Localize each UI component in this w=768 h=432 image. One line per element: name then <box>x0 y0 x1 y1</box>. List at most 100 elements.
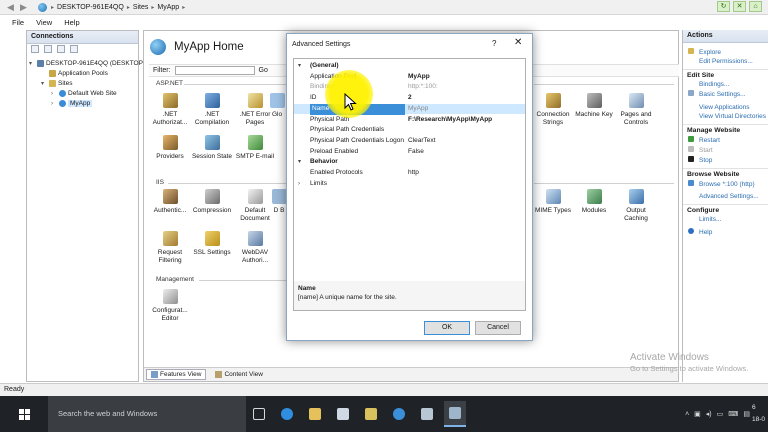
taskbar-edge[interactable] <box>276 401 298 427</box>
taskbar-app-folder[interactable] <box>360 401 382 427</box>
collapse-icon[interactable]: ▾ <box>298 61 301 72</box>
feature-connection-strings[interactable]: Connection Strings <box>531 93 575 126</box>
connect-icon[interactable] <box>31 45 39 53</box>
feature-providers[interactable]: Providers <box>148 135 192 161</box>
dialog-titlebar: Advanced Settings ? ✕ <box>287 34 532 56</box>
menu-file[interactable]: File <box>6 18 30 27</box>
feature-mime-types[interactable]: MIME Types <box>531 189 575 215</box>
close-button[interactable]: ✕ <box>514 37 522 48</box>
feature-session-state[interactable]: Session State <box>190 135 234 161</box>
property-row[interactable]: Enabled Protocols http <box>294 168 525 179</box>
tree-node-sites[interactable]: ▾ Sites <box>41 80 72 87</box>
collapse-icon[interactable]: ▾ <box>29 60 35 67</box>
edit-permissions-link[interactable]: Edit Permissions... <box>683 57 768 66</box>
feature-default-document[interactable]: Default Document <box>233 189 277 222</box>
expand-icon[interactable]: › <box>298 179 300 190</box>
limits-link[interactable]: Limits... <box>683 215 768 224</box>
taskbar-iis-manager[interactable] <box>444 401 466 427</box>
tab-features-view[interactable]: Features View <box>146 369 207 380</box>
network-icon[interactable]: ▣ <box>694 410 701 418</box>
collapse-icon[interactable]: ▾ <box>298 157 301 168</box>
taskbar-app-tools[interactable] <box>416 401 438 427</box>
help-link[interactable]: Help <box>683 227 768 237</box>
taskbar-explorer[interactable] <box>304 401 326 427</box>
cancel-button[interactable]: Cancel <box>475 321 521 335</box>
property-row[interactable]: Preload Enabled False <box>294 147 525 158</box>
feature-webdav-authoring[interactable]: WebDAV Authori... <box>233 231 277 264</box>
clock[interactable]: 6 18-0 <box>752 402 768 426</box>
feature-smtp-email[interactable]: SMTP E-mail <box>233 135 277 161</box>
menu-help[interactable]: Help <box>58 18 85 27</box>
feature-request-filtering[interactable]: Request Filtering <box>148 231 192 264</box>
advanced-settings-link[interactable]: Advanced Settings... <box>683 192 768 201</box>
expand-icon[interactable]: › <box>51 91 57 97</box>
feature-compression[interactable]: Compression <box>190 189 234 215</box>
feature-machine-key[interactable]: Machine Key <box>572 93 616 119</box>
tree-node-server[interactable]: ▾ DESKTOP-961E4QQ (DESKTOP <box>29 60 143 67</box>
tree-node-default-web-site[interactable]: › Default Web Site <box>51 90 117 97</box>
start-button[interactable] <box>0 396 48 432</box>
category-behavior[interactable]: ▾ Behavior <box>294 157 525 168</box>
notification-icon[interactable]: ▤ <box>743 410 750 418</box>
feature-modules[interactable]: Modules <box>572 189 616 215</box>
tree-node-myapp[interactable]: › MyApp <box>51 100 93 107</box>
view-virtual-directories-link[interactable]: View Virtual Directories <box>683 112 768 121</box>
watermark-subtitle: Go to Settings to activate Windows. <box>630 364 749 373</box>
explore-link[interactable]: Explore <box>683 47 768 57</box>
stop-link[interactable]: Stop <box>683 155 768 165</box>
up-icon[interactable] <box>57 45 65 53</box>
filter-input[interactable] <box>174 66 255 75</box>
tab-content-view[interactable]: Content View <box>210 369 268 380</box>
breadcrumb-sites[interactable]: Sites <box>130 4 152 11</box>
view-applications-link[interactable]: View Applications <box>683 103 768 112</box>
volume-icon[interactable]: ◂) <box>706 410 712 418</box>
bindings-link[interactable]: Bindings... <box>683 80 768 89</box>
feature-globalization[interactable]: Glo <box>268 93 286 119</box>
task-view-button[interactable] <box>248 401 270 427</box>
taskbar-store[interactable] <box>332 401 354 427</box>
help-button[interactable]: ? <box>492 39 496 48</box>
property-row[interactable]: Physical Path Credentials <box>294 125 525 136</box>
disconnect-icon[interactable] <box>70 45 78 53</box>
chevron-up-icon[interactable]: ˄ <box>685 411 689 418</box>
breadcrumb-myapp[interactable]: MyApp <box>154 4 182 11</box>
feature-authentication[interactable]: Authentic... <box>148 189 192 215</box>
refresh-button[interactable]: ↻ <box>717 1 730 12</box>
restart-link[interactable]: Restart <box>683 135 768 145</box>
collapse-icon[interactable]: ▾ <box>41 80 47 87</box>
save-icon[interactable] <box>44 45 52 53</box>
menu-view[interactable]: View <box>30 18 58 27</box>
back-button[interactable]: ◀ <box>4 2 17 13</box>
ssl-lock-icon <box>204 231 220 246</box>
taskbar-app-blue[interactable] <box>388 401 410 427</box>
tree-node-application-pools[interactable]: Application Pools <box>49 70 108 77</box>
browse-100-link[interactable]: Browse *:100 (http) <box>683 179 768 189</box>
feature-configuration-editor[interactable]: Configurat... Editor <box>148 289 192 322</box>
feature-ssl-settings[interactable]: SSL Settings <box>190 231 234 257</box>
property-row[interactable]: › Limits <box>294 179 525 190</box>
keyboard-icon[interactable]: ⌨ <box>728 410 738 418</box>
feature-output-caching[interactable]: Output Caching <box>614 189 658 222</box>
basic-settings-link[interactable]: Basic Settings... <box>683 89 768 99</box>
settings-icon <box>688 90 694 96</box>
feature-pages-and-controls[interactable]: Pages and Controls <box>614 93 658 126</box>
expand-icon[interactable]: › <box>51 101 57 107</box>
taskbar-search-input[interactable]: Search the web and Windows <box>48 396 246 432</box>
property-row[interactable]: Physical Path Credentials Logon ClearTex… <box>294 136 525 147</box>
feature-net-authorization[interactable]: .NET Authorizat... <box>148 93 192 126</box>
home-button[interactable]: ⌂ <box>749 1 762 12</box>
ok-button[interactable]: OK <box>424 321 470 335</box>
go-button[interactable]: Go <box>259 67 268 74</box>
start-link[interactable]: Start <box>683 145 768 155</box>
feature-net-compilation[interactable]: .NET Compilation <box>190 93 234 126</box>
property-row[interactable]: Physical Path F:\Research\MyApp\MyApp <box>294 115 525 126</box>
webdav-icon <box>247 231 263 246</box>
stop-button[interactable]: ✕ <box>733 1 746 12</box>
forward-button[interactable]: ▶ <box>17 2 30 13</box>
category-general[interactable]: ▾ (General) <box>294 61 525 72</box>
breadcrumb-server[interactable]: DESKTOP-961E4QQ <box>54 4 127 11</box>
battery-icon[interactable]: ▭ <box>717 410 724 418</box>
menu-bar: File View Help <box>0 15 768 29</box>
mouse-cursor-icon <box>344 93 357 111</box>
feature-directory-browsing[interactable]: D B <box>272 189 286 215</box>
